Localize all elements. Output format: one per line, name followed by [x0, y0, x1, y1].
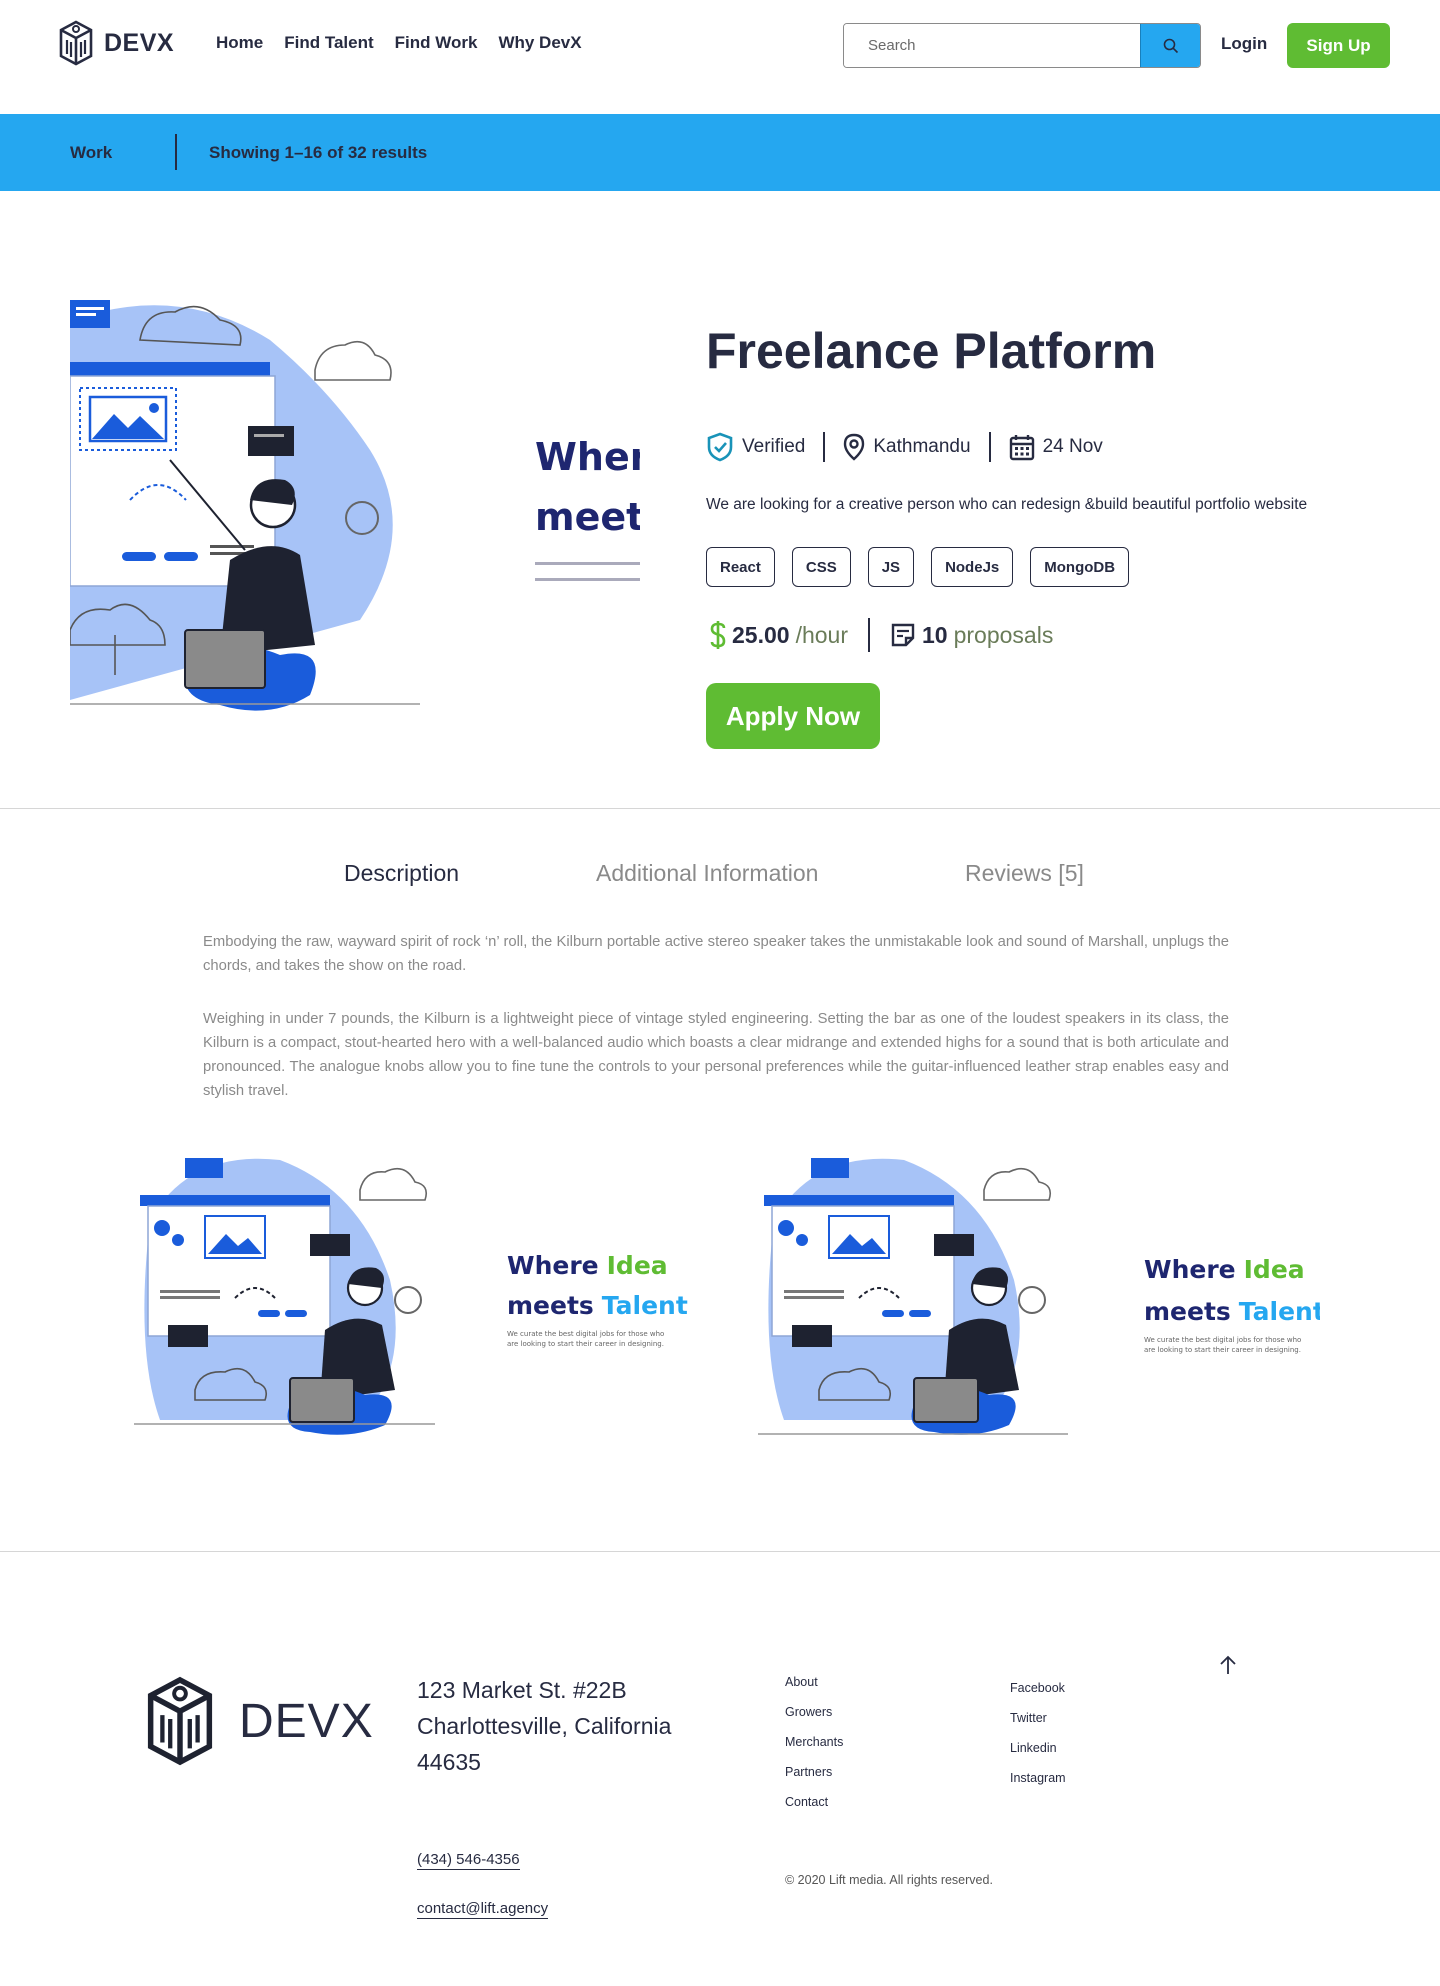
job-title: Freelance Platform	[706, 323, 1157, 379]
job-illustration: Wher meets	[70, 300, 650, 711]
footer-divider	[0, 1551, 1440, 1552]
footer-links-company: About Growers Merchants Partners Contact	[785, 1667, 843, 1817]
meta-divider	[988, 432, 991, 462]
svg-text:meetsTalent: meets Talent	[507, 1291, 688, 1320]
footer-phone[interactable]: (434) 546-4356	[417, 1851, 520, 1870]
nav-find-talent[interactable]: Find Talent	[284, 33, 373, 53]
gallery-image: Where Idea meets Talent We curate the best…	[134, 1158, 688, 1435]
map-pin-icon	[844, 433, 865, 461]
tab-reviews[interactable]: Reviews [5]	[965, 860, 1084, 887]
verified-badge: Verified	[706, 432, 805, 462]
tab-additional-information[interactable]: Additional Information	[596, 860, 818, 887]
copyright: © 2020 Lift media. All rights reserved.	[785, 1873, 993, 1887]
job-location: Kathmandu	[843, 433, 971, 461]
section-divider	[0, 808, 1440, 809]
address-line: 44635	[417, 1749, 481, 1775]
verified-label: Verified	[742, 436, 806, 457]
skill-tag[interactable]: MongoDB	[1030, 547, 1130, 587]
footer-email[interactable]: contact@lift.agency	[417, 1900, 549, 1919]
skill-tag[interactable]: CSS	[791, 547, 851, 587]
footer-link-contact[interactable]: Contact	[785, 1787, 843, 1817]
footer-link-merchants[interactable]: Merchants	[785, 1727, 843, 1757]
logo[interactable]: DEVX	[58, 20, 174, 66]
nav-why-devx[interactable]: Why DevX	[498, 33, 581, 53]
footer-logo[interactable]: DEVX	[143, 1676, 374, 1766]
date-label: 24 Nov	[1042, 436, 1103, 457]
footer-address: 123 Market St. #22B Charlottesville, Cal…	[417, 1672, 671, 1780]
footer-link-growers[interactable]: Growers	[785, 1697, 843, 1727]
footer-links-social: Facebook Twitter Linkedin Instagram	[1010, 1673, 1066, 1793]
svg-text:meets: meets	[535, 495, 650, 539]
proposals: 10 proposals	[890, 622, 1053, 649]
search-box	[843, 23, 1201, 68]
breadcrumb-work[interactable]: Work	[70, 143, 112, 163]
results-count: Showing 1–16 of 32 results	[209, 143, 428, 162]
breadcrumb-divider	[175, 134, 177, 170]
signup-button[interactable]: Sign Up	[1287, 23, 1390, 68]
devx-logo-icon	[147, 1676, 213, 1766]
skill-tags: React CSS JS NodeJs MongoDB	[706, 547, 1130, 587]
rate-value: 25.00	[732, 621, 790, 648]
job-meta: Verified Kathmandu 24 Nov	[706, 430, 1103, 464]
calendar-icon	[1009, 435, 1034, 461]
svg-text:WhereIdea: Where Idea	[507, 1251, 668, 1280]
skill-tag[interactable]: React	[706, 547, 775, 587]
proposals-count: 10	[922, 621, 948, 648]
apply-now-button[interactable]: Apply Now	[706, 683, 880, 749]
job-rates: 25.00/hour 10 proposals	[710, 615, 1053, 655]
description-paragraph: Embodying the raw, wayward spirit of roc…	[203, 934, 1229, 974]
search-input[interactable]	[844, 24, 1140, 67]
svg-text:We curate the best digital job: We curate the best digital jobs for thos…	[507, 1330, 664, 1338]
address-line: 123 Market St. #22B	[417, 1677, 627, 1703]
meta-divider	[823, 432, 826, 462]
footer-link-twitter[interactable]: Twitter	[1010, 1703, 1066, 1733]
svg-text:are looking to start their car: are looking to start their career in des…	[507, 1340, 664, 1348]
location-label: Kathmandu	[873, 436, 971, 457]
proposals-label: proposals	[953, 621, 1054, 648]
footer-link-about[interactable]: About	[785, 1667, 843, 1697]
login-link[interactable]: Login	[1221, 34, 1267, 54]
dollar-icon	[710, 621, 726, 649]
svg-text:are looking to start their car: are looking to start their career in des…	[1144, 1346, 1301, 1354]
nav-home[interactable]: Home	[216, 33, 263, 53]
main-nav: Home Find Talent Find Work Why DevX	[216, 33, 582, 53]
svg-text:Wher: Wher	[535, 435, 649, 479]
description-paragraph: Weighing in under 7 pounds, the Kilburn …	[203, 1011, 1229, 1099]
rate-unit: /hour	[795, 621, 848, 648]
job-description: We are looking for a creative person who…	[706, 496, 1308, 513]
gallery-image: Where Idea meets Talent We curate the best…	[758, 1158, 1334, 1435]
hourly-rate: 25.00/hour	[710, 620, 848, 650]
footer-link-instagram[interactable]: Instagram	[1010, 1763, 1066, 1793]
devx-logo-icon	[59, 20, 93, 66]
tab-description[interactable]: Description	[344, 860, 459, 887]
skill-tag[interactable]: JS	[867, 547, 915, 587]
rate-divider	[868, 618, 870, 652]
footer-link-linkedin[interactable]: Linkedin	[1010, 1733, 1066, 1763]
address-line: Charlottesville, California	[417, 1713, 672, 1739]
svg-text:meetsTalent: meets Talent	[1144, 1297, 1325, 1326]
document-icon	[891, 623, 915, 647]
footer-logo-text: DEVX	[239, 1694, 374, 1748]
search-button[interactable]	[1140, 24, 1200, 67]
arrow-up-icon[interactable]	[1217, 1654, 1239, 1676]
svg-text:WhereIdea: Where Idea	[1144, 1255, 1305, 1284]
footer-link-facebook[interactable]: Facebook	[1010, 1673, 1066, 1703]
svg-text:We curate the best digital job: We curate the best digital jobs for thos…	[1144, 1336, 1301, 1344]
site-header: DEVX Home Find Talent Find Work Why DevX…	[0, 0, 1440, 114]
job-date: 24 Nov	[1009, 433, 1103, 461]
nav-find-work[interactable]: Find Work	[395, 33, 478, 53]
logo-text: DEVX	[104, 28, 175, 57]
footer-link-partners[interactable]: Partners	[785, 1757, 843, 1787]
breadcrumb-bar: Work Showing 1–16 of 32 results	[0, 114, 1440, 191]
shield-check-icon	[707, 432, 733, 462]
skill-tag[interactable]: NodeJs	[931, 547, 1014, 587]
search-icon	[1163, 38, 1178, 53]
